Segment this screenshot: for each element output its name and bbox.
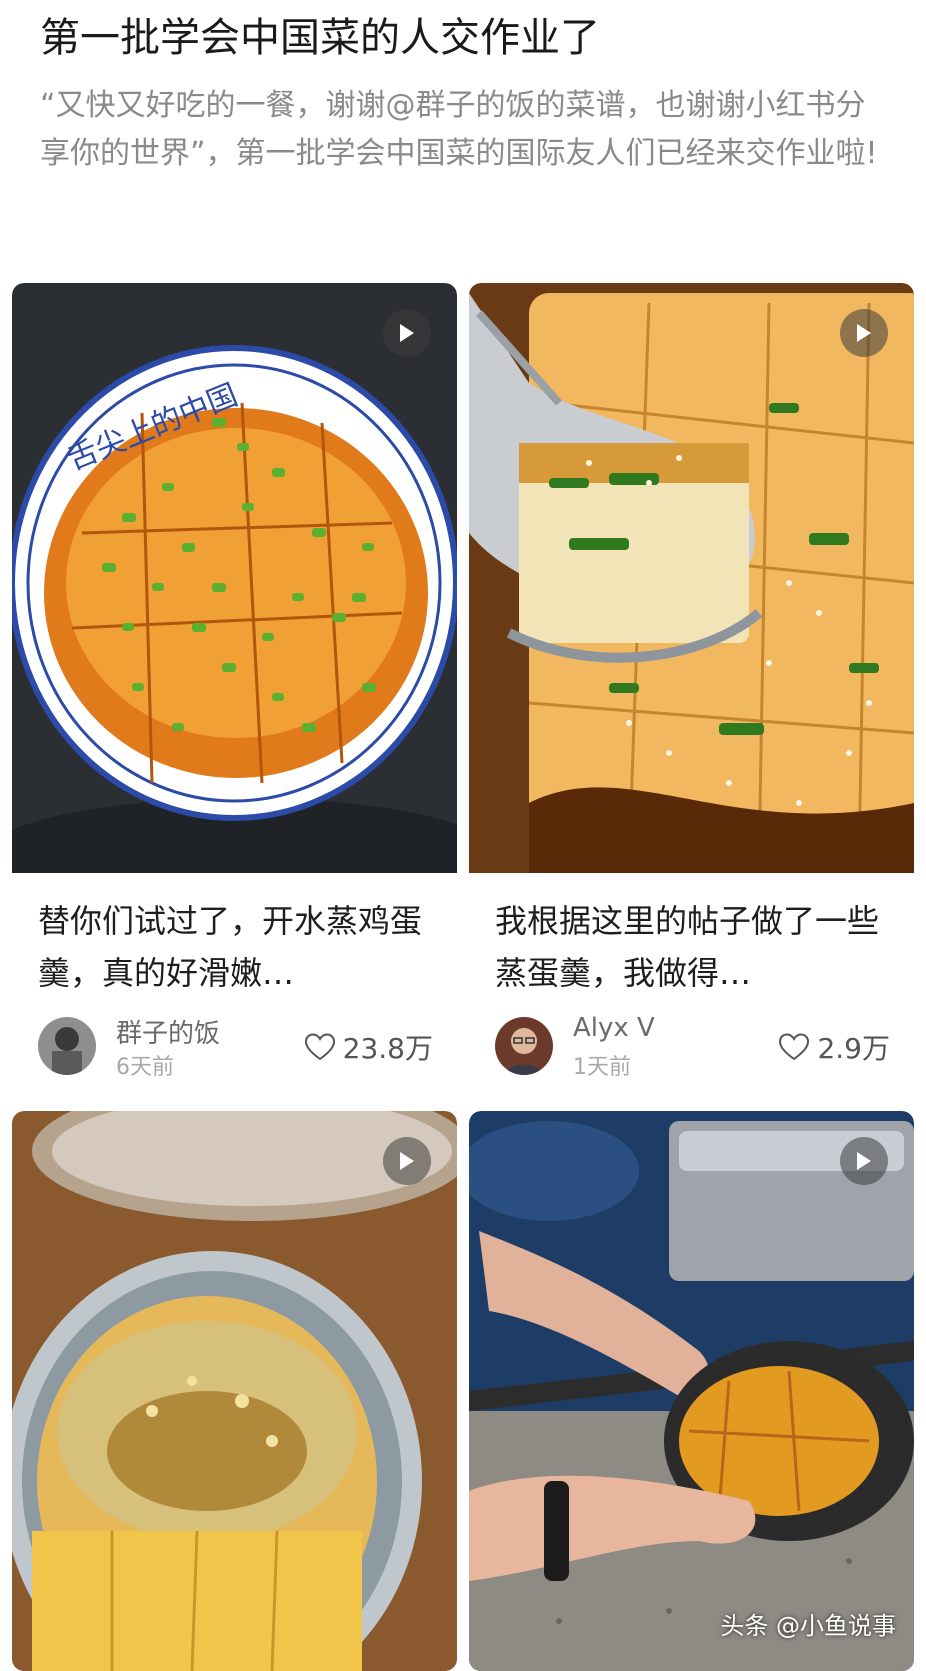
play-icon[interactable] [840, 1137, 888, 1185]
post-title: 第一批学会中国菜的人交作业了 [40, 15, 600, 61]
author-name[interactable]: 群子的饭 [116, 1013, 220, 1050]
note-card[interactable]: 我根据这里的帖子做了一些蒸蛋羹，我做得… Alyx V 1天前 2.9万 [469, 283, 914, 1097]
author-name[interactable]: Alyx V [573, 1013, 655, 1043]
note-meta: Alyx V 1天前 2.9万 [495, 1013, 914, 1097]
note-card[interactable]: 舌尖上的中国 替你们试过了，开水蒸鸡蛋羹，真的好滑嫩… 群子的饭 6天前 23.… [12, 283, 457, 1097]
steamed-egg-spoon-image [469, 283, 914, 873]
note-caption[interactable]: 我根据这里的帖子做了一些蒸蛋羹，我做得… [495, 895, 894, 999]
note-meta: 群子的饭 6天前 23.8万 [38, 1017, 457, 1097]
egg-custard-patterned-bowl-image [12, 1111, 457, 1671]
heart-icon [304, 1033, 335, 1061]
note-photo[interactable] [12, 1111, 457, 1671]
note-photo[interactable] [469, 1111, 914, 1671]
like-button[interactable]: 23.8万 [304, 1027, 433, 1067]
avatar[interactable] [38, 1017, 96, 1075]
note-card[interactable] [469, 1111, 914, 1671]
like-button[interactable]: 2.9万 [779, 1027, 890, 1067]
play-icon[interactable] [383, 1137, 431, 1185]
post-intro: “又快又好吃的一餐，谢谢@群子的饭的菜谱，也谢谢小红书分享你的世界”，第一批学会… [40, 88, 878, 171]
watermark: 头条 @小鱼说事 [720, 1612, 896, 1640]
note-card[interactable] [12, 1111, 457, 1671]
avatar[interactable] [495, 1017, 553, 1075]
heart-icon [779, 1033, 810, 1061]
egg-custard-bowl-image: 舌尖上的中国 [12, 283, 457, 873]
note-photo[interactable]: 舌尖上的中国 [12, 283, 457, 873]
play-icon[interactable] [383, 309, 431, 357]
note-photo[interactable] [469, 283, 914, 873]
note-caption[interactable]: 替你们试过了，开水蒸鸡蛋羹，真的好滑嫩… [38, 895, 437, 999]
post-time: 6天前 [116, 1055, 174, 1080]
play-icon[interactable] [840, 309, 888, 357]
post-time: 1天前 [573, 1055, 631, 1080]
like-count: 2.9万 [817, 1032, 890, 1065]
like-count: 23.8万 [342, 1032, 433, 1065]
egg-custard-stove-image [469, 1111, 914, 1671]
